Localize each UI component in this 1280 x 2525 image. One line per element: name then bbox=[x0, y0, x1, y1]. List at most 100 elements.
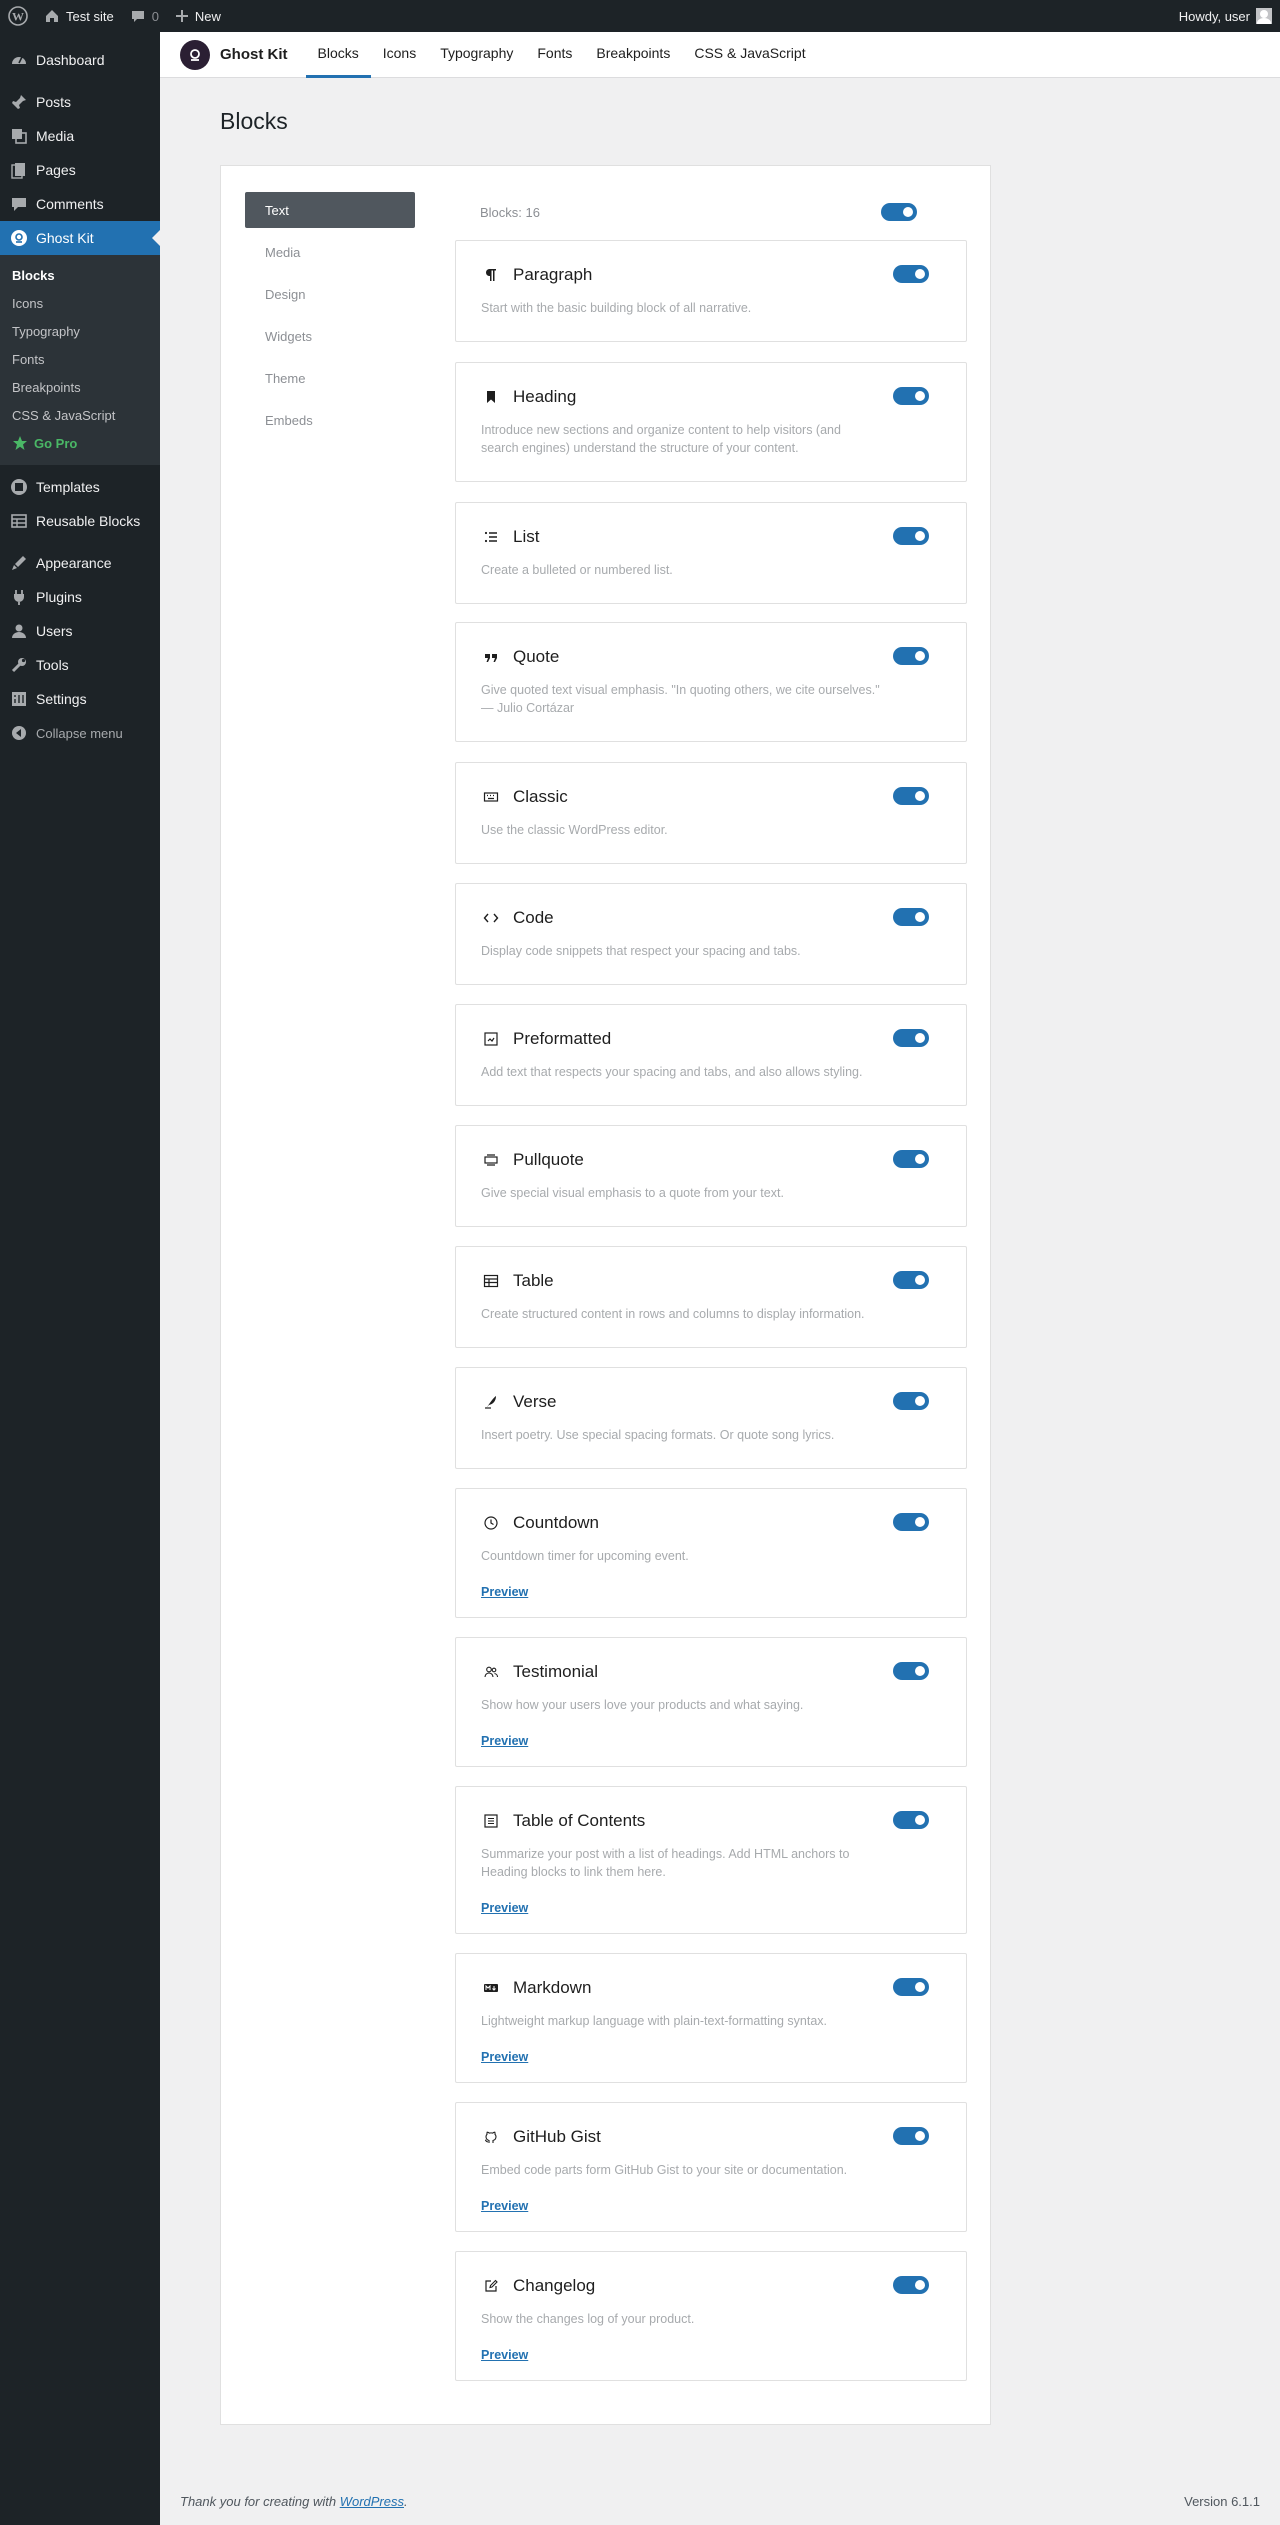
block-description: Summarize your post with a list of headi… bbox=[481, 1847, 850, 1879]
comment-icon bbox=[131, 11, 144, 22]
block-card: Classic Use the classic WordPress editor. bbox=[455, 762, 967, 864]
menu-dashboard[interactable]: Dashboard bbox=[0, 43, 160, 77]
category-theme[interactable]: Theme bbox=[245, 360, 415, 396]
submenu-icons[interactable]: Icons bbox=[0, 289, 160, 317]
block-enable-toggle[interactable] bbox=[893, 387, 929, 405]
menu-users[interactable]: Users bbox=[0, 614, 160, 648]
block-enable-toggle[interactable] bbox=[893, 1811, 929, 1829]
category-text[interactable]: Text bbox=[245, 192, 415, 228]
block-enable-toggle[interactable] bbox=[893, 2276, 929, 2294]
block-preview-link[interactable]: Preview bbox=[481, 2050, 528, 2064]
site-name-link[interactable]: Test site bbox=[36, 0, 122, 32]
new-content-link[interactable]: New bbox=[167, 0, 229, 32]
submenu-go-pro[interactable]: Go Pro bbox=[0, 429, 160, 457]
menu-ghostkit[interactable]: Ghost Kit bbox=[0, 221, 160, 255]
menu-reusable-blocks[interactable]: Reusable Blocks bbox=[0, 504, 160, 538]
menu-media[interactable]: Media bbox=[0, 119, 160, 153]
block-title: Testimonial bbox=[513, 1662, 599, 1681]
block-enable-toggle[interactable] bbox=[893, 1392, 929, 1410]
preformatted-icon bbox=[481, 1029, 501, 1049]
block-card: Pullquote Give special visual emphasis to… bbox=[455, 1125, 967, 1227]
category-media[interactable]: Media bbox=[245, 234, 415, 270]
block-card: Heading Introduce new sections and organi… bbox=[455, 362, 967, 482]
block-title: Heading bbox=[513, 387, 577, 406]
plus-icon bbox=[175, 10, 188, 22]
tab-icons[interactable]: Icons bbox=[371, 32, 428, 78]
comments-link[interactable]: 0 bbox=[122, 0, 167, 32]
site-name: Test site bbox=[66, 8, 114, 24]
tab-breakpoints[interactable]: Breakpoints bbox=[584, 32, 682, 78]
category-design[interactable]: Design bbox=[245, 276, 415, 312]
menu-label: Comments bbox=[36, 196, 104, 212]
markdown-icon bbox=[481, 1978, 501, 1998]
menu-label: Templates bbox=[36, 479, 100, 495]
block-enable-toggle[interactable] bbox=[893, 2127, 929, 2145]
block-preview-link[interactable]: Preview bbox=[481, 1734, 528, 1748]
submenu-blocks[interactable]: Blocks bbox=[0, 261, 160, 289]
block-enable-toggle[interactable] bbox=[893, 1150, 929, 1168]
plugins-icon bbox=[10, 588, 28, 606]
menu-appearance[interactable]: Appearance bbox=[0, 546, 160, 580]
menu-settings[interactable]: Settings bbox=[0, 682, 160, 716]
category-widgets[interactable]: Widgets bbox=[245, 318, 415, 354]
menu-posts[interactable]: Posts bbox=[0, 85, 160, 119]
category-embeds[interactable]: Embeds bbox=[245, 402, 415, 438]
block-enable-toggle[interactable] bbox=[893, 527, 929, 545]
block-title: Classic bbox=[513, 787, 568, 806]
clock-icon bbox=[481, 1513, 501, 1533]
tab-typography[interactable]: Typography bbox=[428, 32, 525, 78]
wordpress-link[interactable]: WordPress bbox=[340, 2494, 404, 2509]
block-preview-link[interactable]: Preview bbox=[481, 1901, 528, 1915]
block-title: Quote bbox=[513, 647, 560, 666]
block-card: GitHub Gist Embed code parts form GitHub … bbox=[455, 2102, 967, 2232]
collapse-menu-button[interactable]: Collapse menu bbox=[0, 716, 160, 750]
submenu-fonts[interactable]: Fonts bbox=[0, 345, 160, 373]
block-enable-toggle[interactable] bbox=[893, 1513, 929, 1531]
block-title: Changelog bbox=[513, 2276, 596, 2295]
block-description: Start with the basic building block of a… bbox=[481, 301, 752, 315]
block-enable-toggle[interactable] bbox=[893, 908, 929, 926]
block-enable-toggle[interactable] bbox=[893, 1662, 929, 1680]
block-enable-toggle[interactable] bbox=[893, 1978, 929, 1996]
submenu-typography[interactable]: Typography bbox=[0, 317, 160, 345]
block-description: Show how your users love your products a… bbox=[481, 1698, 804, 1712]
block-enable-toggle[interactable] bbox=[893, 647, 929, 665]
block-card: Countdown Countdown timer for upcoming ev… bbox=[455, 1488, 967, 1618]
menu-comments[interactable]: Comments bbox=[0, 187, 160, 221]
block-card: Table Create structured content in rows a… bbox=[455, 1246, 967, 1348]
submenu-breakpoints[interactable]: Breakpoints bbox=[0, 373, 160, 401]
block-title: Table of Contents bbox=[513, 1811, 646, 1830]
star-icon bbox=[13, 436, 27, 450]
block-preview-link[interactable]: Preview bbox=[481, 2199, 528, 2213]
block-enable-toggle[interactable] bbox=[893, 1029, 929, 1047]
block-count: Blocks: 16 bbox=[480, 204, 540, 220]
block-enable-toggle[interactable] bbox=[893, 787, 929, 805]
block-card: List Create a bulleted or numbered list. bbox=[455, 502, 967, 604]
my-account-link[interactable]: Howdy, user bbox=[1171, 0, 1280, 32]
category-list: Text Media Design Widgets Theme Embeds bbox=[245, 192, 415, 444]
media-icon bbox=[10, 127, 28, 145]
toggle-all-blocks[interactable] bbox=[881, 203, 917, 221]
block-preview-link[interactable]: Preview bbox=[481, 2348, 528, 2362]
pages-icon bbox=[10, 161, 28, 179]
menu-plugins[interactable]: Plugins bbox=[0, 580, 160, 614]
settings-tabs: Blocks Icons Typography Fonts Breakpoint… bbox=[305, 32, 818, 78]
page-title: Blocks bbox=[220, 108, 288, 134]
menu-pages[interactable]: Pages bbox=[0, 153, 160, 187]
toc-icon bbox=[481, 1811, 501, 1831]
block-enable-toggle[interactable] bbox=[893, 1271, 929, 1289]
wordpress-logo-icon[interactable]: W bbox=[0, 0, 36, 32]
block-preview-link[interactable]: Preview bbox=[481, 1585, 528, 1599]
tab-css-js[interactable]: CSS & JavaScript bbox=[682, 32, 817, 78]
tools-icon bbox=[10, 656, 28, 674]
tab-blocks[interactable]: Blocks bbox=[305, 32, 371, 78]
block-enable-toggle[interactable] bbox=[893, 265, 929, 283]
howdy-text: Howdy, user bbox=[1178, 8, 1250, 24]
menu-tools[interactable]: Tools bbox=[0, 648, 160, 682]
submenu-css-js[interactable]: CSS & JavaScript bbox=[0, 401, 160, 429]
block-description: Insert poetry. Use special spacing forma… bbox=[481, 1428, 835, 1442]
tab-fonts[interactable]: Fonts bbox=[525, 32, 584, 78]
block-count-row: Blocks: 16 bbox=[455, 202, 965, 222]
block-title: Table bbox=[513, 1271, 554, 1290]
menu-templates[interactable]: Templates bbox=[0, 470, 160, 504]
